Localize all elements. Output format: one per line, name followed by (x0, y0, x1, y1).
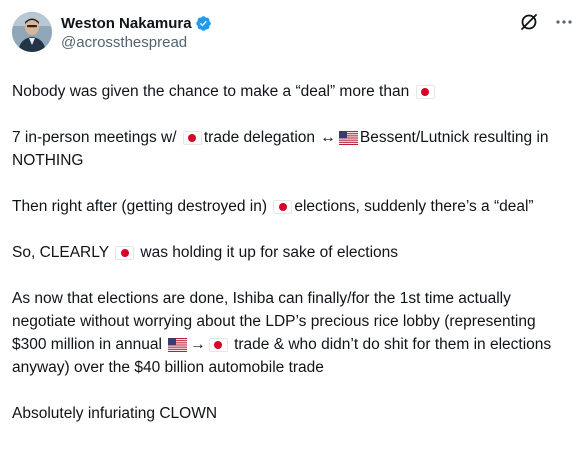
japan-flag-icon (208, 338, 228, 352)
tweet-paragraph-1: Nobody was given the chance to make a “d… (12, 80, 565, 103)
avatar[interactable] (12, 12, 52, 52)
bidirectional-arrow-icon: ↔ (320, 129, 336, 146)
author-info: Weston Nakamura @acrossthespread (61, 14, 212, 52)
tweet-paragraph-3: Then right after (getting destroyed in) … (12, 198, 534, 215)
tweet-paragraph-5: As now that elections are done, Ishiba c… (12, 290, 552, 376)
tweet-paragraph-4: So, CLEARLY was holding it up for sake o… (12, 244, 399, 261)
tweet: Weston Nakamura @acrossthespread Nobody … (0, 0, 587, 464)
tweet-text: Nobody was given the chance to make a “d… (12, 80, 571, 425)
japan-flag-icon (115, 246, 135, 260)
japan-flag-icon (273, 200, 293, 214)
tweet-header: Weston Nakamura @acrossthespread (12, 12, 573, 60)
japan-flag-icon (182, 131, 202, 145)
usa-flag-icon (338, 131, 358, 145)
right-arrow-icon: → (190, 336, 206, 353)
grok-icon[interactable] (519, 12, 539, 32)
verified-badge-icon (195, 15, 212, 32)
tweet-paragraph-2: 7 in-person meetings w/ trade delegation… (12, 126, 565, 172)
japan-flag-icon (415, 85, 435, 99)
tweet-paragraph-6: Absolutely infuriating CLOWN (12, 405, 218, 422)
tweet-actions (519, 12, 573, 32)
usa-flag-icon (168, 338, 188, 352)
display-name[interactable]: Weston Nakamura (61, 14, 192, 33)
handle[interactable]: @acrossthespread (61, 33, 212, 52)
more-icon[interactable] (555, 13, 573, 31)
